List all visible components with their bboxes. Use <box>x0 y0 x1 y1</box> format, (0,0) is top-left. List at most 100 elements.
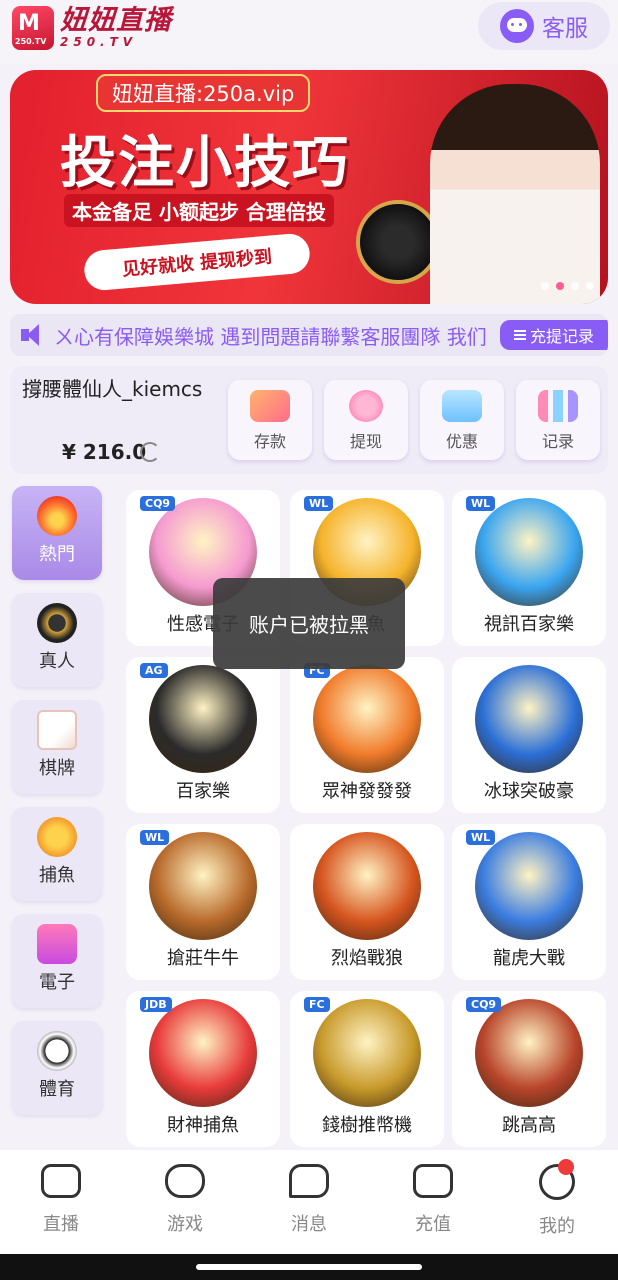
account-panel: 撐腰體仙人_kiemcs ¥ 216.0 存款 提现 优惠 记录 <box>10 366 608 474</box>
game-name: 跳高高 <box>502 1115 556 1136</box>
logo-subtitle: 250.TV <box>60 35 138 49</box>
tab-games[interactable]: 游戏 <box>140 1164 230 1236</box>
provider-badge: CQ9 <box>466 997 502 1012</box>
provider-badge: WL <box>140 830 170 845</box>
game-name: 龍虎大戰 <box>493 948 565 969</box>
game-tile[interactable]: WL 視訊百家樂 <box>452 490 606 646</box>
game-tile[interactable]: FC 錢樹推幣機 <box>290 991 444 1147</box>
game-tile[interactable]: WL 搶莊牛牛 <box>126 824 280 980</box>
records-label: 记录 <box>541 432 574 451</box>
game-name: 搶莊牛牛 <box>167 948 239 969</box>
game-thumbnail <box>313 665 421 773</box>
game-thumbnail <box>475 498 583 606</box>
tab-label: 游戏 <box>167 1214 203 1235</box>
logo-badge: M 250.TV <box>12 6 54 50</box>
tab-recharge[interactable]: 充值 <box>388 1164 478 1236</box>
game-name: 財神捕魚 <box>167 1115 239 1136</box>
tab-label: 直播 <box>43 1214 79 1235</box>
game-name: 冰球突破豪 <box>484 781 574 802</box>
withdraw-label: 提现 <box>349 432 382 451</box>
withdraw-button[interactable]: 提现 <box>324 380 408 460</box>
tab-label: 消息 <box>291 1214 327 1235</box>
carousel-dot[interactable] <box>541 282 549 290</box>
system-home-bar <box>0 1254 618 1280</box>
provider-badge: WL <box>304 496 334 511</box>
bar-chart-icon <box>538 390 578 422</box>
tab-live[interactable]: 直播 <box>16 1164 106 1236</box>
smile-profile-icon <box>539 1159 575 1200</box>
game-thumbnail <box>149 665 257 773</box>
game-thumbnail <box>149 832 257 940</box>
headset-icon <box>500 9 534 43</box>
speaker-icon <box>18 322 48 348</box>
game-thumbnail <box>313 832 421 940</box>
soccer-ball-icon <box>37 1031 77 1071</box>
category-cards[interactable]: 棋牌 <box>12 700 102 794</box>
home-indicator[interactable] <box>196 1264 422 1270</box>
carousel-dots[interactable] <box>541 282 594 290</box>
bottom-tab-bar: 直播 游戏 消息 充值 我的 <box>0 1150 618 1254</box>
slot-icon <box>37 924 77 964</box>
provider-badge: JDB <box>140 997 172 1012</box>
game-tile[interactable]: JDB 財神捕魚 <box>126 991 280 1147</box>
promotions-button[interactable]: 优惠 <box>420 380 504 460</box>
game-tile[interactable]: 冰球突破豪 <box>452 657 606 813</box>
heart-message-icon <box>289 1164 329 1198</box>
deposit-label: 存款 <box>253 432 286 451</box>
tab-profile[interactable]: 我的 <box>512 1159 602 1238</box>
customer-service-label: 客服 <box>542 16 588 42</box>
category-label: 電子 <box>39 972 75 993</box>
tab-messages[interactable]: 消息 <box>264 1164 354 1236</box>
record-button-label: 充提记录 <box>529 327 594 346</box>
customer-service-button[interactable]: 客服 <box>478 2 610 50</box>
flame-icon <box>37 496 77 536</box>
chip-icon <box>37 603 77 643</box>
tab-label: 充值 <box>415 1214 451 1235</box>
game-tile[interactable]: AG 百家樂 <box>126 657 280 813</box>
game-thumbnail <box>475 999 583 1107</box>
category-slots[interactable]: 電子 <box>12 914 102 1008</box>
game-tile[interactable]: WL 龍虎大戰 <box>452 824 606 980</box>
carousel-dot-active[interactable] <box>556 282 564 290</box>
game-thumbnail <box>475 665 583 773</box>
provider-badge: WL <box>466 830 496 845</box>
logo-title: 妞妞直播 <box>60 5 172 36</box>
category-hot[interactable]: 熱門 <box>12 486 102 580</box>
game-tile[interactable]: 烈焰戰狼 <box>290 824 444 980</box>
app-header: M 250.TV 妞妞直播 250.TV 客服 <box>0 0 618 64</box>
video-camera-icon <box>41 1164 81 1198</box>
cards-icon <box>37 710 77 750</box>
deposit-withdraw-record-button[interactable]: 充提记录 <box>500 320 608 350</box>
game-name: 百家樂 <box>176 781 230 802</box>
game-name: 視訊百家樂 <box>484 614 574 635</box>
category-sports[interactable]: 體育 <box>12 1021 102 1115</box>
casino-chip-image <box>356 200 440 284</box>
banner-model-image <box>430 84 600 304</box>
provider-badge: WL <box>466 496 496 511</box>
balance-amount: ¥ 216.0 <box>62 440 147 464</box>
toast-message: 账户已被拉黑 <box>213 578 405 669</box>
notice-text: ㄨ心有保障娛樂城 遇到問題請聯繫客服團隊 我们 <box>54 324 487 349</box>
game-thumbnail <box>313 999 421 1107</box>
game-tile[interactable]: CQ9 跳高高 <box>452 991 606 1147</box>
list-icon <box>513 330 526 340</box>
logo-badge-text: 250.TV <box>15 37 47 46</box>
refresh-icon[interactable] <box>140 442 160 462</box>
category-fishing[interactable]: 捕魚 <box>12 807 102 901</box>
records-button[interactable]: 记录 <box>516 380 600 460</box>
tab-label: 我的 <box>539 1216 575 1237</box>
carousel-dot[interactable] <box>571 282 579 290</box>
deposit-button[interactable]: 存款 <box>228 380 312 460</box>
game-tile[interactable]: FC 眾神發發發 <box>290 657 444 813</box>
username: 撐腰體仙人_kiemcs <box>22 377 203 401</box>
game-name: 錢樹推幣機 <box>322 1115 412 1136</box>
provider-badge: AG <box>140 663 168 678</box>
game-thumbnail <box>475 832 583 940</box>
category-live[interactable]: 真人 <box>12 593 102 687</box>
promo-banner[interactable]: 妞妞直播:250a.vip 投注小技巧 本金备足 小额起步 合理倍投 见好就收 … <box>10 70 608 304</box>
category-label: 真人 <box>39 651 75 672</box>
banner-pill: 见好就收 提现秒到 <box>82 232 312 292</box>
carousel-dot[interactable] <box>586 282 594 290</box>
notification-dot <box>558 1159 574 1175</box>
app-logo: M 250.TV 妞妞直播 250.TV <box>12 6 172 50</box>
